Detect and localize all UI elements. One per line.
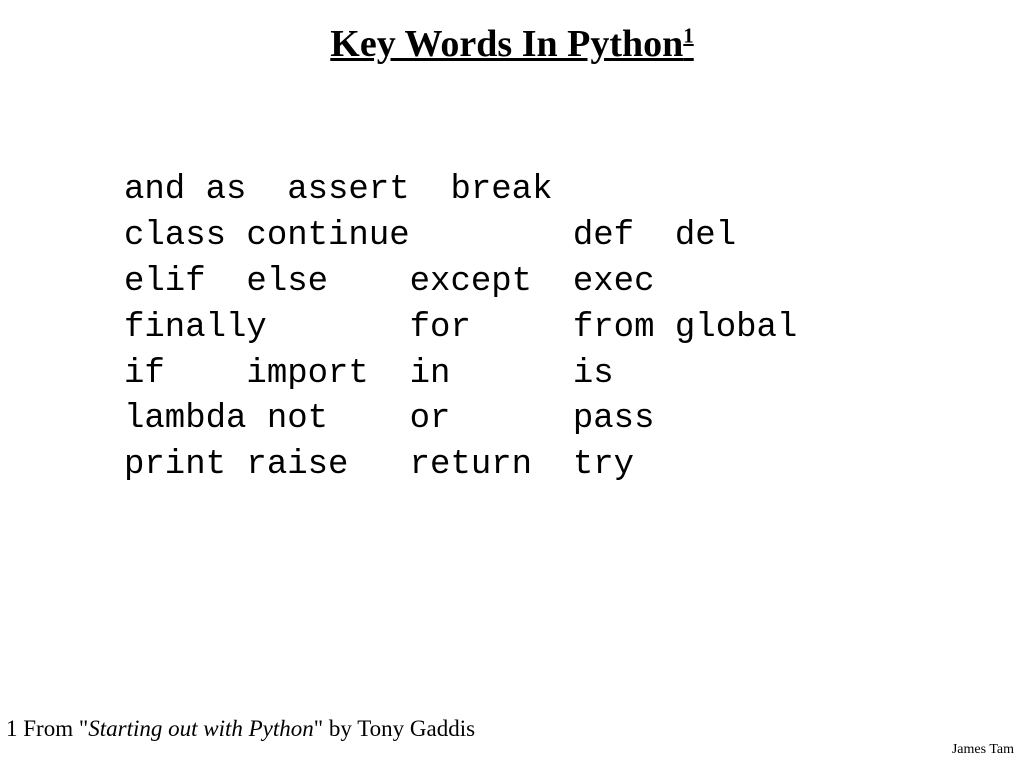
- title-superscript: 1: [683, 23, 693, 47]
- footnote-prefix: 1 From ": [6, 716, 88, 741]
- footnote-italic: Starting out with Python: [88, 716, 314, 741]
- keywords-block: and as assert break class continue def d…: [124, 168, 797, 489]
- footnote-suffix: " by Tony Gaddis: [314, 716, 475, 741]
- author-label: James Tam: [952, 742, 1014, 758]
- title-text: Key Words In Python: [330, 23, 683, 65]
- slide-title: Key Words In Python1: [0, 22, 1024, 66]
- slide: Key Words In Python1 and as assert break…: [0, 0, 1024, 768]
- footnote: 1 From "Starting out with Python" by Ton…: [6, 716, 475, 742]
